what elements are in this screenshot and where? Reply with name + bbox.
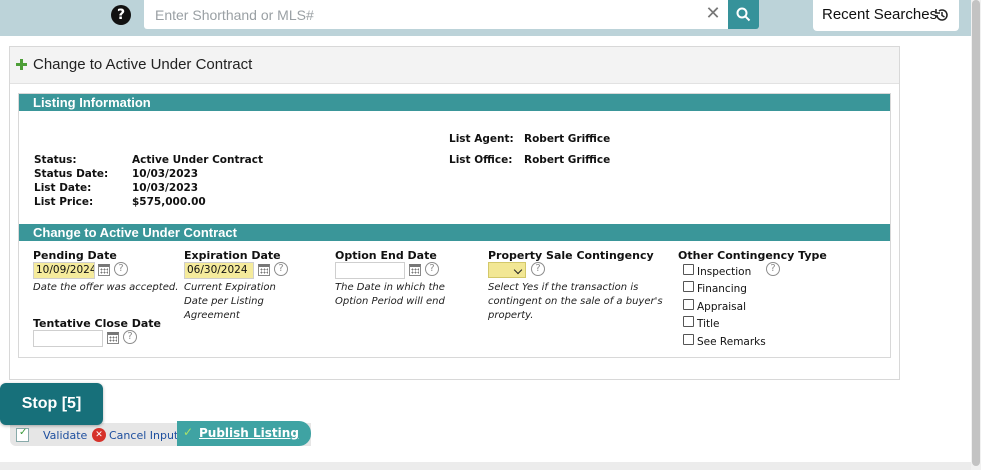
property-sale-contingency-help-icon[interactable]: ? <box>531 262 545 276</box>
status-date-value: 10/03/2023 <box>132 168 199 180</box>
list-price-label: List Price: <box>34 196 94 208</box>
property-sale-contingency-hint: Select Yes if the transaction is conting… <box>488 282 663 321</box>
form-container: Listing Information List Agent: Robert G… <box>18 93 891 358</box>
financing-checkbox-label: Financing <box>697 283 747 295</box>
search-button[interactable] <box>728 0 759 29</box>
see-remarks-checkbox-label: See Remarks <box>697 336 766 348</box>
tentative-close-date-help-icon[interactable]: ? <box>123 330 137 344</box>
pending-date-help-icon[interactable]: ? <box>114 262 128 276</box>
title-checkbox[interactable] <box>683 316 694 327</box>
status-value: Active Under Contract <box>132 154 263 166</box>
list-office-label: List Office: <box>449 154 513 166</box>
list-price-value: $575,000.00 <box>132 196 206 208</box>
validate-icon[interactable] <box>16 427 29 442</box>
list-date-label: List Date: <box>34 182 92 194</box>
option-end-date-help-icon[interactable]: ? <box>425 262 439 276</box>
financing-checkbox[interactable] <box>683 281 694 292</box>
pending-date-calendar-icon[interactable] <box>98 264 110 276</box>
help-icon[interactable]: ? <box>111 5 131 25</box>
expand-plus-icon[interactable] <box>16 59 27 70</box>
property-sale-contingency-label: Property Sale Contingency <box>488 249 654 262</box>
list-agent-label: List Agent: <box>449 133 514 145</box>
history-icon <box>935 9 948 21</box>
expiration-date-hint: Current Expiration Date per Listing Agre… <box>184 282 276 321</box>
list-agent-value: Robert Griffice <box>524 133 611 145</box>
search-box: ✕ <box>144 0 728 29</box>
validate-button[interactable]: Validate <box>43 429 87 442</box>
list-date-value: 10/03/2023 <box>132 182 199 194</box>
appraisal-checkbox-label: Appraisal <box>697 301 747 313</box>
property-sale-contingency-select[interactable] <box>488 262 526 278</box>
list-office-value: Robert Griffice <box>524 154 611 166</box>
publish-listing-label: Publish Listing <box>199 426 299 440</box>
recent-searches-button[interactable]: Recent Searches <box>813 0 959 31</box>
option-end-date-calendar-icon[interactable] <box>409 264 421 276</box>
pending-date-hint: Date the offer was accepted. <box>33 282 179 293</box>
listing-information-header: Listing Information <box>19 94 890 111</box>
search-icon <box>736 7 751 22</box>
other-contingency-help-icon[interactable]: ? <box>766 262 780 276</box>
cancel-icon[interactable]: ✕ <box>92 428 106 442</box>
bottom-strip <box>0 462 971 470</box>
status-label: Status: <box>34 154 77 166</box>
option-end-date-input[interactable] <box>335 262 405 279</box>
pending-date-input[interactable]: 10/09/2024 <box>33 262 95 279</box>
expiration-date-label: Expiration Date <box>184 249 281 262</box>
option-end-date-label: Option End Date <box>335 249 437 262</box>
stop-button[interactable]: Stop [5] <box>0 383 103 425</box>
clear-icon[interactable]: ✕ <box>705 4 721 24</box>
recent-searches-label: Recent Searches <box>822 6 938 23</box>
search-input[interactable] <box>144 0 694 29</box>
expiration-date-input[interactable]: 06/30/2024 <box>184 262 254 279</box>
cancel-input-button[interactable]: Cancel Input <box>109 429 178 442</box>
publish-listing-button[interactable]: ✓ Publish Listing <box>177 421 311 446</box>
inspection-checkbox-label: Inspection <box>697 266 752 278</box>
appraisal-checkbox[interactable] <box>683 299 694 310</box>
check-icon: ✓ <box>183 425 194 439</box>
expiration-date-calendar-icon[interactable] <box>258 264 270 276</box>
tentative-close-date-input[interactable] <box>33 330 103 347</box>
title-checkbox-label: Title <box>697 318 720 330</box>
panel-header[interactable]: Change to Active Under Contract <box>10 47 899 84</box>
expiration-date-help-icon[interactable]: ? <box>274 262 288 276</box>
pending-date-label: Pending Date <box>33 249 117 262</box>
other-contingency-type-label: Other Contingency Type <box>678 249 827 262</box>
tentative-close-date-calendar-icon[interactable] <box>107 332 119 344</box>
option-end-date-hint: The Date in which the Option Period will… <box>335 282 445 307</box>
tentative-close-date-label: Tentative Close Date <box>33 317 162 330</box>
change-status-panel: Change to Active Under Contract Listing … <box>9 46 900 380</box>
inspection-checkbox[interactable] <box>683 264 694 275</box>
panel-title: Change to Active Under Contract <box>33 56 253 73</box>
see-remarks-checkbox[interactable] <box>683 334 694 345</box>
status-date-label: Status Date: <box>34 168 109 180</box>
change-form-header: Change to Active Under Contract <box>19 224 890 241</box>
scrollbar-thumb[interactable] <box>972 0 980 466</box>
